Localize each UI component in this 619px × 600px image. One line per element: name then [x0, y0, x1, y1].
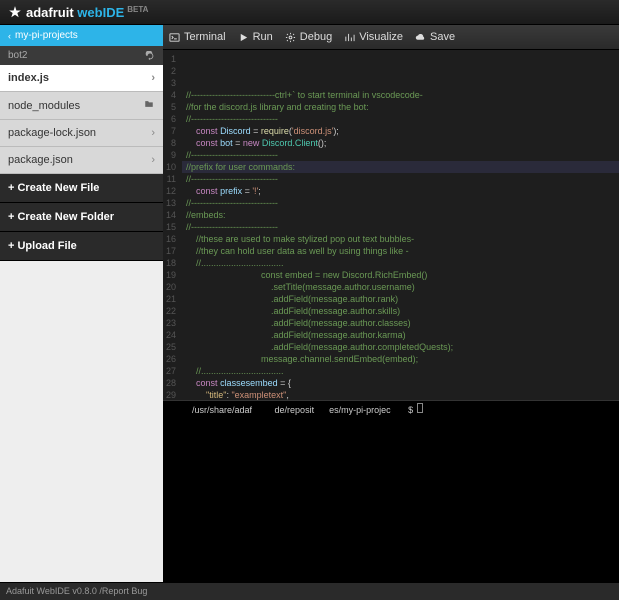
- breadcrumb-label: my-pi-projects: [15, 30, 78, 41]
- terminal-panel[interactable]: /usr/share/adaf de/reposit es/my-pi-proj…: [163, 400, 619, 600]
- file-name: node_modules: [8, 100, 80, 112]
- action-button[interactable]: + Create New Folder: [0, 203, 163, 232]
- content-area: Terminal Run Debug Visualize Save 1 2 3 …: [163, 25, 619, 600]
- chevron-right-icon: ›: [151, 127, 155, 139]
- file-item[interactable]: package.json ›: [0, 147, 163, 174]
- chevron-right-icon: ›: [151, 72, 155, 84]
- file-item[interactable]: node_modules: [0, 92, 163, 120]
- toolbar: Terminal Run Debug Visualize Save: [163, 25, 619, 50]
- chevron-left-icon: ‹: [8, 31, 11, 41]
- run-button[interactable]: Run: [238, 31, 273, 43]
- code-content[interactable]: //----------------------------ctrl+` to …: [182, 50, 619, 400]
- terminal-cursor: [417, 403, 423, 413]
- folder-icon: [143, 99, 155, 112]
- debug-button[interactable]: Debug: [285, 31, 332, 43]
- status-text[interactable]: Adafuit WebIDE v0.8.0 /Report Bug: [6, 586, 147, 596]
- main-area: ‹ my-pi-projects bot2 index.js › node_modu…: [0, 25, 619, 600]
- line-gutter: 1 2 3 4 5 6 7 8 9 10 11 12 13 14 15 16 1…: [163, 50, 182, 400]
- folder-name: bot2: [8, 50, 27, 61]
- file-item[interactable]: index.js ›: [0, 65, 163, 92]
- save-button[interactable]: Save: [415, 31, 455, 43]
- terminal-line: /usr/share/adaf de/reposit es/my-pi-proj…: [167, 405, 413, 415]
- file-name: package-lock.json: [8, 127, 96, 139]
- cloud-icon: [415, 32, 426, 43]
- chevron-right-icon: ›: [151, 154, 155, 166]
- folder-header[interactable]: bot2: [0, 46, 163, 65]
- visualize-button[interactable]: Visualize: [344, 31, 403, 43]
- chart-icon: [344, 32, 355, 43]
- refresh-icon[interactable]: [145, 51, 155, 61]
- file-name: index.js: [8, 72, 49, 84]
- terminal-icon: [169, 32, 180, 43]
- terminal-button[interactable]: Terminal: [169, 31, 226, 43]
- file-list: index.js›node_modulespackage-lock.json›p…: [0, 65, 163, 174]
- adafruit-logo-icon: [8, 5, 22, 19]
- sidebar-empty: [0, 261, 163, 600]
- action-button[interactable]: + Create New File: [0, 174, 163, 203]
- status-bar: Adafuit WebIDE v0.8.0 /Report Bug: [0, 582, 619, 600]
- play-icon: [238, 32, 249, 43]
- code-editor[interactable]: 1 2 3 4 5 6 7 8 9 10 11 12 13 14 15 16 1…: [163, 50, 619, 400]
- file-item[interactable]: package-lock.json ›: [0, 120, 163, 147]
- gear-icon: [285, 32, 296, 43]
- sidebar: ‹ my-pi-projects bot2 index.js › node_modu…: [0, 25, 163, 600]
- app-header: adafruit webIDEBETA: [0, 0, 619, 25]
- action-list: + Create New File+ Create New Folder+ Up…: [0, 174, 163, 261]
- breadcrumb[interactable]: ‹ my-pi-projects: [0, 25, 163, 46]
- action-button[interactable]: + Upload File: [0, 232, 163, 261]
- brand-name: adafruit webIDEBETA: [26, 5, 148, 20]
- file-name: package.json: [8, 154, 73, 166]
